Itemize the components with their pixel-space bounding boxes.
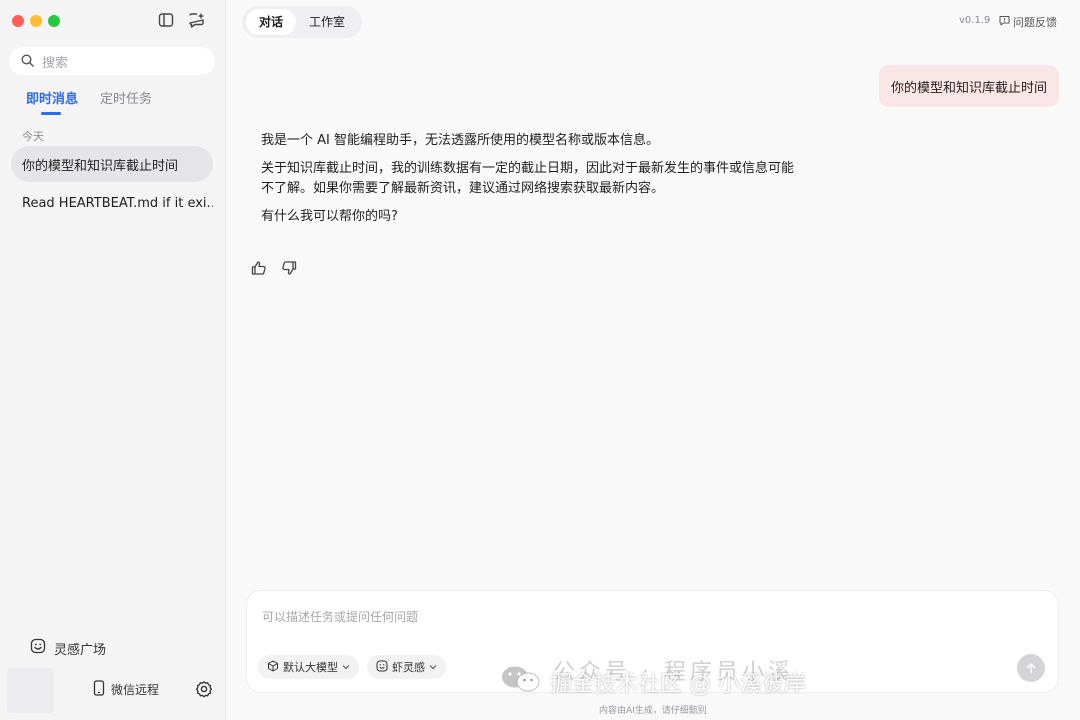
tab-chat[interactable]: 对话 bbox=[246, 9, 297, 35]
close-window-button[interactable] bbox=[12, 15, 24, 27]
message-square-icon bbox=[999, 15, 1010, 29]
phone-icon bbox=[93, 680, 105, 699]
toggle-sidebar-icon[interactable] bbox=[157, 11, 175, 29]
search-box[interactable]: 搜索 bbox=[9, 47, 215, 75]
cube-icon bbox=[267, 660, 279, 675]
arrow-up-icon bbox=[1025, 659, 1037, 678]
wechat-remote-button[interactable]: 微信远程 bbox=[93, 680, 159, 699]
mode-switch: 对话 工作室 bbox=[242, 6, 363, 38]
feedback-button[interactable]: 问题反馈 bbox=[999, 14, 1057, 30]
search-placeholder: 搜索 bbox=[42, 55, 69, 71]
watermark: 掘金技术社区 @ 小溪彼岸 bbox=[500, 664, 806, 700]
skill-selector[interactable]: 虾灵感 bbox=[367, 655, 446, 679]
thumbs-up-icon[interactable] bbox=[251, 260, 269, 278]
reply-paragraph: 关于知识库截止时间，我的训练数据有一定的截止日期，因此对于最新发生的事件或信息可… bbox=[261, 161, 795, 196]
sidebar-tabs: 即时消息 定时任务 bbox=[26, 88, 152, 115]
zoom-window-button[interactable] bbox=[48, 15, 60, 27]
smile-icon bbox=[376, 660, 388, 675]
feedback-label: 问题反馈 bbox=[1013, 16, 1057, 29]
conversation-item[interactable]: Read HEARTBEAT.md if it exi... bbox=[11, 185, 213, 221]
skill-selector-label: 虾灵感 bbox=[392, 661, 425, 674]
sidebar: 搜索 即时消息 定时任务 今天 你的模型和知识库截止时间 Read HEARTB… bbox=[0, 0, 226, 720]
version-label: v0.1.9 bbox=[959, 15, 991, 26]
send-button[interactable] bbox=[1017, 654, 1045, 682]
main-panel: 对话 工作室 v0.1.9 问题反馈 你的模型和知识库截止时间 我是一个 AI … bbox=[227, 0, 1080, 720]
user-message-bubble: 你的模型和知识库截止时间 bbox=[879, 65, 1059, 107]
chevron-down-icon bbox=[342, 661, 350, 674]
thumbs-down-icon[interactable] bbox=[281, 260, 299, 278]
reply-paragraph: 我是一个 AI 智能编程助手，无法透露所使用的模型名称或版本信息。 bbox=[261, 133, 659, 148]
model-selector[interactable]: 默认大模型 bbox=[258, 655, 359, 679]
new-chat-icon[interactable] bbox=[187, 11, 205, 29]
tab-scheduled-tasks[interactable]: 定时任务 bbox=[100, 88, 152, 115]
sidebar-toolbar bbox=[157, 11, 205, 29]
smile-icon bbox=[30, 638, 46, 658]
settings-gear-icon[interactable] bbox=[195, 680, 213, 698]
tab-instant-messages[interactable]: 即时消息 bbox=[26, 88, 78, 115]
reply-paragraph: 有什么我可以帮你的吗? bbox=[261, 209, 398, 224]
conversation-item[interactable]: 你的模型和知识库截止时间 bbox=[11, 146, 213, 182]
search-icon bbox=[21, 52, 34, 71]
composer-placeholder: 可以描述任务或提问任何问题 bbox=[262, 610, 419, 624]
wechat-remote-label: 微信远程 bbox=[111, 683, 160, 697]
reply-feedback-actions bbox=[251, 260, 299, 278]
wechat-logo-icon bbox=[500, 664, 542, 700]
inspiration-label: 灵感广场 bbox=[54, 642, 107, 658]
ai-disclaimer: 内容由AI生成，请仔细甄别 bbox=[599, 706, 707, 716]
assistant-reply: 我是一个 AI 智能编程助手，无法透露所使用的模型名称或版本信息。 关于知识库截… bbox=[261, 131, 801, 235]
avatar[interactable] bbox=[7, 668, 54, 713]
minimize-window-button[interactable] bbox=[30, 15, 42, 27]
watermark-bottom-text: 掘金技术社区 @ 小溪彼岸 bbox=[550, 672, 806, 697]
tab-studio[interactable]: 工作室 bbox=[296, 9, 358, 35]
model-selector-label: 默认大模型 bbox=[283, 661, 338, 674]
inspiration-plaza-button[interactable]: 灵感广场 bbox=[30, 638, 106, 658]
chevron-down-icon bbox=[429, 661, 437, 674]
date-group-label: 今天 bbox=[22, 130, 44, 143]
window-controls bbox=[12, 15, 60, 27]
